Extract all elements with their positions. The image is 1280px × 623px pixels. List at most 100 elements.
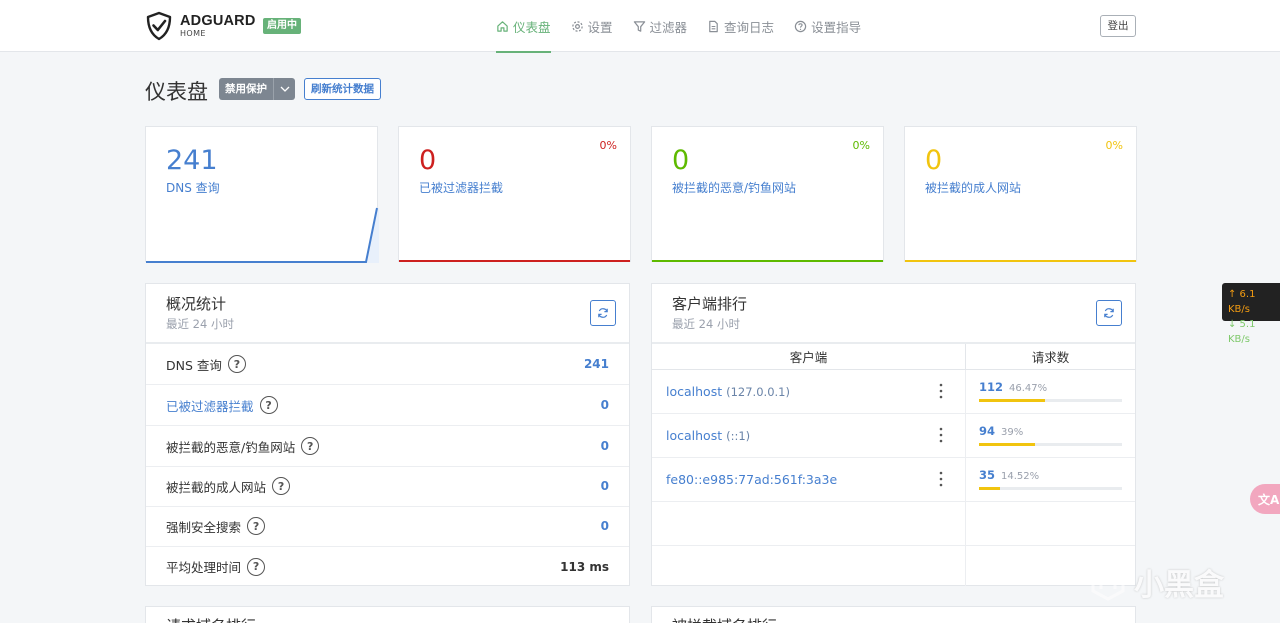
refresh-icon: [1104, 308, 1114, 318]
row-label[interactable]: 已被过滤器拦截: [166, 396, 254, 415]
dns-queries-sparkline: [146, 207, 379, 263]
nav-setup-guide-label: 设置指导: [811, 19, 862, 35]
more-vertical-icon[interactable]: [939, 382, 943, 400]
top-bar: ADGUARD HOME 启用中 仪表盘 设置 过滤器 查询日志 设置指导 登出: [0, 0, 1280, 53]
network-speed-widget[interactable]: ↑ 6.1 KB/s ↓ 5.1 KB/s: [1222, 283, 1280, 345]
translate-icon: 文A: [1258, 492, 1280, 507]
nav-dashboard-label: 仪表盘: [513, 19, 551, 35]
nav-setup-guide[interactable]: 设置指导: [794, 0, 861, 52]
refresh-general-button[interactable]: [590, 300, 616, 326]
column-header-client[interactable]: 客户端: [652, 344, 966, 369]
refresh-statistics-button[interactable]: 刷新统计数据: [304, 78, 381, 100]
stat-label: DNS 查询: [166, 181, 220, 195]
general-row-dns-queries: DNS 查询? 241: [146, 344, 629, 385]
top-clients-panel: 客户端排行 最近 24 小时 客户端 请求数 localhost (127.0.…: [651, 283, 1136, 586]
general-row-safe-search: 强制安全搜索? 0: [146, 506, 629, 547]
logout-button[interactable]: 登出: [1100, 15, 1136, 37]
request-count: 35: [979, 468, 996, 482]
stat-percent: 0%: [852, 139, 870, 152]
top-blocked-domains-panel: 被拦截域名排行: [651, 606, 1136, 623]
row-value: 0: [600, 479, 609, 493]
stat-card-blocked-filters: 0% 0 已被过滤器拦截: [398, 126, 631, 262]
nav-filters[interactable]: 过滤器: [633, 0, 688, 52]
general-statistics-panel: 概况统计 最近 24 小时 DNS 查询? 241 已被过滤器拦截? 0 被拦截…: [145, 283, 630, 586]
document-icon: [709, 20, 718, 32]
row-value: 0: [600, 439, 609, 453]
translate-button[interactable]: 文A: [1250, 484, 1280, 514]
nav-dashboard[interactable]: 仪表盘: [496, 0, 551, 53]
help-icon[interactable]: ?: [247, 557, 266, 576]
stat-line: [905, 260, 1136, 262]
clients-table-header: 客户端 请求数: [652, 344, 1135, 370]
column-header-requests[interactable]: 请求数: [966, 344, 1135, 369]
row-value: 0: [600, 398, 609, 412]
refresh-icon: [598, 308, 608, 318]
disable-protection-button[interactable]: 禁用保护: [219, 78, 295, 100]
client-ip: (127.0.0.1): [726, 384, 790, 399]
empty-table-row: [652, 546, 1135, 586]
brand-subtitle: HOME: [180, 28, 206, 38]
client-name[interactable]: localhost: [666, 384, 722, 399]
help-icon[interactable]: ?: [272, 477, 291, 495]
top-queried-domains-panel: 请求域名排行: [145, 606, 630, 623]
row-label: 被拦截的成人网站: [166, 479, 267, 495]
brand-name: ADGUARD: [180, 13, 256, 30]
help-icon[interactable]: ?: [301, 437, 320, 455]
table-row: fe80::e985:77ad:561f:3a3e 35 14.52%: [652, 458, 1135, 502]
stat-percent: 0%: [599, 139, 617, 152]
more-vertical-icon[interactable]: [939, 470, 943, 488]
stat-value: 0: [672, 145, 690, 176]
watermark-text: 小黑盒: [1134, 568, 1224, 603]
stat-card-blocked-malware: 0% 0 被拦截的恶意/钓鱼网站: [651, 126, 884, 262]
row-value: 113 ms: [560, 559, 609, 574]
stat-label: 被拦截的成人网站: [925, 181, 1022, 195]
help-icon[interactable]: ?: [247, 517, 266, 535]
disable-protection-label: 禁用保护: [225, 83, 267, 95]
page-title: 仪表盘: [145, 80, 208, 104]
client-name[interactable]: fe80::e985:77ad:561f:3a3e: [666, 472, 837, 487]
home-icon: [497, 20, 508, 32]
more-vertical-icon[interactable]: [939, 426, 943, 444]
row-label: 平均处理时间: [166, 560, 242, 575]
upload-speed: ↑ 6.1 KB/s: [1228, 289, 1256, 315]
panel-title: 被拦截域名排行: [672, 615, 777, 623]
filter-icon: [633, 20, 645, 32]
row-value: 241: [583, 357, 609, 371]
refresh-clients-button[interactable]: [1096, 300, 1122, 326]
nav-settings-label: 设置: [587, 19, 613, 35]
stat-value: 0: [419, 145, 437, 176]
request-percent: 14.52%: [1001, 471, 1040, 482]
download-speed: ↓ 5.1 KB/s: [1228, 319, 1256, 345]
progress-bar-fill: [979, 399, 1046, 402]
request-count: 94: [979, 424, 996, 438]
adguard-logo[interactable]: ADGUARD HOME: [145, 11, 256, 41]
stat-line: [652, 260, 883, 262]
nav-query-log-label: 查询日志: [724, 19, 775, 35]
stat-card-blocked-adult: 0% 0 被拦截的成人网站: [904, 126, 1137, 262]
progress-bar-fill: [979, 487, 1000, 490]
table-row: localhost (127.0.0.1) 112 46.47%: [652, 370, 1135, 414]
client-name[interactable]: localhost: [666, 428, 722, 443]
panel-subtitle: 最近 24 小时: [166, 317, 234, 331]
request-percent: 46.47%: [1009, 383, 1048, 394]
progress-bar-fill: [979, 443, 1035, 446]
nav-settings[interactable]: 设置: [571, 0, 613, 52]
general-row-blocked-filters: 已被过滤器拦截? 0: [146, 385, 629, 426]
row-value: 0: [600, 519, 609, 533]
nav-query-log[interactable]: 查询日志: [707, 0, 774, 52]
request-count: 112: [979, 380, 1004, 394]
table-row: localhost (::1) 94 39%: [652, 414, 1135, 458]
stat-label: 被拦截的恶意/钓鱼网站: [672, 181, 797, 195]
help-icon[interactable]: ?: [227, 355, 246, 373]
row-label: DNS 查询: [166, 357, 222, 373]
client-ip: (::1): [726, 428, 751, 443]
stat-percent: 0%: [1105, 139, 1123, 152]
main-nav: 仪表盘 设置 过滤器 查询日志 设置指导: [496, 0, 881, 53]
chevron-down-icon[interactable]: [273, 78, 295, 100]
gear-icon: [571, 20, 583, 32]
nav-filters-label: 过滤器: [649, 19, 688, 35]
help-icon[interactable]: ?: [259, 396, 278, 414]
status-badge: 启用中: [263, 18, 301, 34]
progress-bar: [979, 399, 1122, 402]
stat-value: 241: [166, 145, 218, 176]
